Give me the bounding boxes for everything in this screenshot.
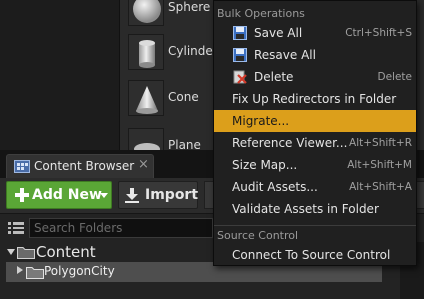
toolbar-button-partial-right[interactable] bbox=[416, 181, 424, 209]
menu-item-shortcut: Alt+Shift+M bbox=[347, 159, 412, 171]
actor-label: Cylinder bbox=[168, 44, 218, 58]
save-icon bbox=[233, 26, 247, 40]
menu-item-migrate[interactable]: Migrate... bbox=[214, 110, 416, 132]
save-icon bbox=[233, 48, 247, 62]
plane-icon bbox=[128, 128, 164, 150]
delete-icon bbox=[233, 70, 247, 84]
category-strip bbox=[0, 0, 120, 150]
menu-divider bbox=[214, 225, 416, 226]
menu-item-shortcut: Alt+Shift+R bbox=[349, 137, 412, 149]
actor-item-plane[interactable]: Plane bbox=[120, 124, 220, 150]
actor-label: Plane bbox=[168, 138, 201, 150]
tree-label: PolygonCity bbox=[44, 264, 115, 278]
add-new-label: Add New bbox=[32, 187, 102, 203]
import-icon bbox=[125, 188, 139, 203]
menu-item-label: Audit Assets... bbox=[232, 180, 318, 194]
menu-item-label: Reference Viewer... bbox=[232, 136, 348, 150]
cylinder-icon bbox=[128, 34, 164, 70]
menu-item-resave-all[interactable]: Resave All bbox=[214, 44, 416, 66]
add-icon bbox=[14, 187, 30, 203]
chevron-down-icon bbox=[100, 193, 108, 198]
menu-item-label: Fix Up Redirectors in Folder bbox=[232, 92, 397, 106]
search-folders-input[interactable] bbox=[29, 218, 213, 238]
expand-arrow-icon[interactable] bbox=[7, 249, 15, 255]
actor-item-cone[interactable]: Cone bbox=[120, 76, 220, 120]
actor-list: Sphere Cylinder Cone Plane bbox=[120, 0, 220, 150]
cone-icon bbox=[128, 80, 164, 116]
content-browser-icon bbox=[14, 160, 30, 173]
section-heading: Bulk Operations bbox=[217, 7, 305, 20]
menu-item-validate-assets[interactable]: Validate Assets in Folder bbox=[214, 198, 416, 220]
add-new-button[interactable]: Add New bbox=[6, 181, 112, 209]
actor-item-sphere[interactable]: Sphere bbox=[120, 0, 220, 30]
context-menu: Bulk Operations Save All Ctrl+Shift+S Re… bbox=[213, 0, 417, 266]
import-label: Import bbox=[145, 187, 199, 203]
menu-item-size-map[interactable]: Size Map... Alt+Shift+M bbox=[214, 154, 416, 176]
menu-item-label: Save All bbox=[254, 26, 303, 40]
import-button[interactable]: Import bbox=[118, 181, 198, 209]
menu-item-fix-up-redirectors[interactable]: Fix Up Redirectors in Folder bbox=[214, 88, 416, 110]
sphere-icon bbox=[128, 0, 164, 26]
tab-label: Content Browser bbox=[34, 159, 135, 173]
collapse-arrow-icon[interactable] bbox=[17, 266, 23, 274]
tree-label: Content bbox=[36, 243, 96, 261]
menu-item-delete[interactable]: Delete Delete bbox=[214, 66, 416, 88]
folder-icon bbox=[26, 265, 44, 279]
menu-item-save-all[interactable]: Save All Ctrl+Shift+S bbox=[214, 22, 416, 44]
menu-item-label: Delete bbox=[254, 70, 294, 84]
actor-label: Sphere bbox=[168, 0, 211, 14]
actor-label: Cone bbox=[168, 90, 199, 104]
folder-icon bbox=[17, 245, 35, 259]
menu-item-label: Migrate... bbox=[232, 114, 290, 128]
menu-item-label: Resave All bbox=[254, 48, 316, 62]
menu-item-audit-assets[interactable]: Audit Assets... Alt+Shift+A bbox=[214, 176, 416, 198]
section-heading: Source Control bbox=[217, 229, 299, 242]
menu-item-shortcut: Ctrl+Shift+S bbox=[345, 27, 412, 39]
close-icon[interactable]: × bbox=[138, 157, 149, 172]
menu-item-label: Validate Assets in Folder bbox=[232, 202, 379, 216]
menu-item-connect-source-control[interactable]: Connect To Source Control bbox=[214, 244, 416, 266]
menu-item-label: Size Map... bbox=[232, 158, 298, 172]
actor-item-cylinder[interactable]: Cylinder bbox=[120, 30, 220, 74]
menu-item-shortcut: Delete bbox=[377, 71, 413, 83]
menu-item-reference-viewer[interactable]: Reference Viewer... Alt+Shift+R bbox=[214, 132, 416, 154]
menu-item-label: Connect To Source Control bbox=[232, 248, 391, 262]
menu-item-shortcut: Alt+Shift+A bbox=[349, 181, 412, 193]
hamburger-icon[interactable] bbox=[8, 221, 24, 235]
tab-content-browser[interactable]: Content Browser × bbox=[6, 154, 154, 178]
